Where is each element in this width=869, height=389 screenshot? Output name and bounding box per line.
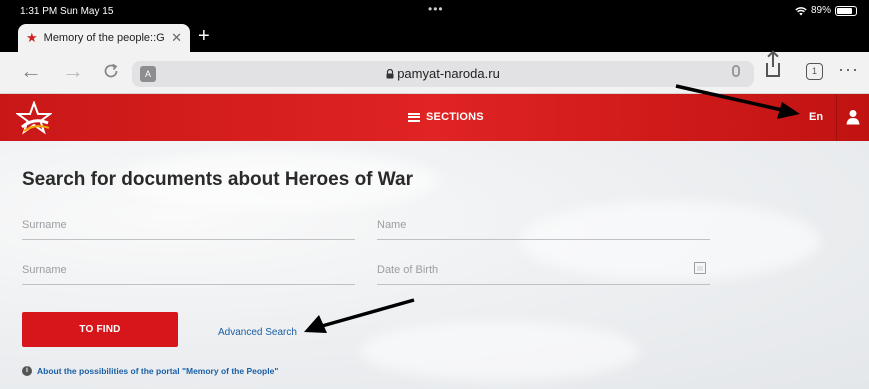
battery-percent: 89% <box>810 5 831 16</box>
address-bar[interactable]: A pamyat-naroda.ru <box>132 61 754 87</box>
advanced-search-link[interactable]: Advanced Search <box>218 327 297 338</box>
share-icon[interactable] <box>766 53 780 77</box>
wifi-icon <box>795 6 807 15</box>
site-header: SECTIONS En <box>0 94 869 141</box>
battery-indicator: 89% <box>795 5 857 16</box>
user-account-icon[interactable] <box>846 109 860 125</box>
second-surname-input[interactable]: Surname <box>22 259 355 285</box>
header-divider <box>836 94 837 141</box>
site-favicon-star-icon: ★ <box>26 30 38 45</box>
forward-arrow-icon[interactable]: → <box>62 60 84 82</box>
more-options-icon[interactable]: ··· <box>838 60 859 78</box>
browser-tab[interactable]: ★ Memory of the people::G ✕ <box>18 24 190 52</box>
language-switch[interactable]: En <box>809 111 823 123</box>
sections-menu-button[interactable]: SECTIONS <box>408 111 484 123</box>
status-time: 1:31 PM Sun May 15 <box>20 6 114 17</box>
microphone-icon[interactable] <box>732 65 740 77</box>
tabs-count-icon[interactable]: 1 <box>806 63 823 80</box>
multitasking-dots-icon[interactable]: ••• <box>428 2 444 16</box>
name-input[interactable]: Name <box>377 214 710 240</box>
battery-icon <box>835 5 857 16</box>
back-arrow-icon[interactable]: ← <box>20 60 42 82</box>
surname-input[interactable]: Surname <box>22 214 355 240</box>
status-bar: 1:31 PM Sun May 15 ••• 89% <box>0 0 869 22</box>
hamburger-menu-icon <box>408 112 420 122</box>
name-placeholder: Name <box>377 219 407 231</box>
url-text: pamyat-naroda.ru <box>132 66 754 81</box>
new-tab-plus-icon[interactable]: + <box>198 25 210 47</box>
about-portal-link[interactable]: i About the possibilities of the portal … <box>22 366 278 376</box>
url-value: pamyat-naroda.ru <box>397 66 500 81</box>
about-portal-text: About the possibilities of the portal "M… <box>37 366 279 376</box>
second-surname-placeholder: Surname <box>22 264 67 276</box>
browser-toolbar: ← → A pamyat-naroda.ru 1 ··· <box>0 52 869 94</box>
tab-title: Memory of the people::G <box>43 32 165 44</box>
surname-placeholder: Surname <box>22 219 67 231</box>
close-tab-icon[interactable]: ✕ <box>171 30 182 46</box>
calendar-icon[interactable] <box>694 262 706 274</box>
sections-label: SECTIONS <box>426 111 484 123</box>
date-of-birth-input[interactable]: Date of Birth <box>377 259 710 285</box>
date-of-birth-placeholder: Date of Birth <box>377 264 439 276</box>
site-logo-star-icon[interactable] <box>16 101 52 135</box>
reload-icon[interactable] <box>102 62 120 80</box>
search-page-content: Search for documents about Heroes of War… <box>0 141 869 389</box>
background-cloud <box>360 321 640 381</box>
lock-icon <box>386 68 394 79</box>
tab-strip: ★ Memory of the people::G ✕ + <box>0 22 869 52</box>
page-title: Search for documents about Heroes of War <box>22 169 413 190</box>
info-icon: i <box>22 366 32 376</box>
find-button[interactable]: TO FIND <box>22 312 178 347</box>
